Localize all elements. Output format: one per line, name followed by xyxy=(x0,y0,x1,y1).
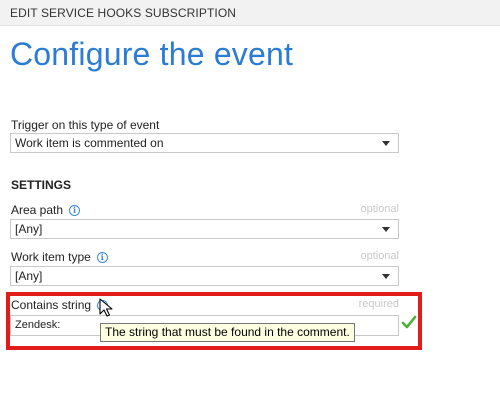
chevron-down-icon xyxy=(382,141,390,146)
dialog-title: EDIT SERVICE HOOKS SUBSCRIPTION xyxy=(10,6,237,20)
work-item-type-label: Work item type xyxy=(11,250,91,264)
area-path-hint: optional xyxy=(360,203,399,215)
chevron-down-icon xyxy=(382,274,390,279)
contains-string-label: Contains string xyxy=(11,298,92,312)
tooltip: The string that must be found in the com… xyxy=(100,323,355,342)
work-item-type-select-value: [Any] xyxy=(15,269,43,283)
work-item-type-label-row: Work item type i xyxy=(11,250,108,264)
area-path-label-row: Area path i xyxy=(11,203,81,217)
dialog-title-bar: EDIT SERVICE HOOKS SUBSCRIPTION xyxy=(0,0,500,26)
contains-string-hint: required xyxy=(358,298,399,310)
check-icon xyxy=(401,315,417,329)
work-item-type-hint: optional xyxy=(360,250,399,262)
mouse-pointer-icon xyxy=(99,298,113,317)
area-path-label: Area path xyxy=(11,203,64,217)
area-path-select[interactable]: [Any] xyxy=(10,219,399,239)
chevron-down-icon xyxy=(382,227,390,232)
trigger-select[interactable]: Work item is commented on xyxy=(10,133,399,153)
contains-string-label-row: Contains string i xyxy=(11,298,109,312)
area-path-select-value: [Any] xyxy=(15,222,43,236)
page-title: Configure the event xyxy=(10,36,294,72)
work-item-type-select[interactable]: [Any] xyxy=(10,266,399,286)
contains-string-value: Zendesk: xyxy=(15,319,61,331)
trigger-label: Trigger on this type of event xyxy=(11,118,160,132)
info-icon[interactable]: i xyxy=(96,251,108,263)
settings-heading: SETTINGS xyxy=(11,178,72,192)
trigger-select-value: Work item is commented on xyxy=(15,136,164,150)
info-icon[interactable]: i xyxy=(69,204,81,216)
